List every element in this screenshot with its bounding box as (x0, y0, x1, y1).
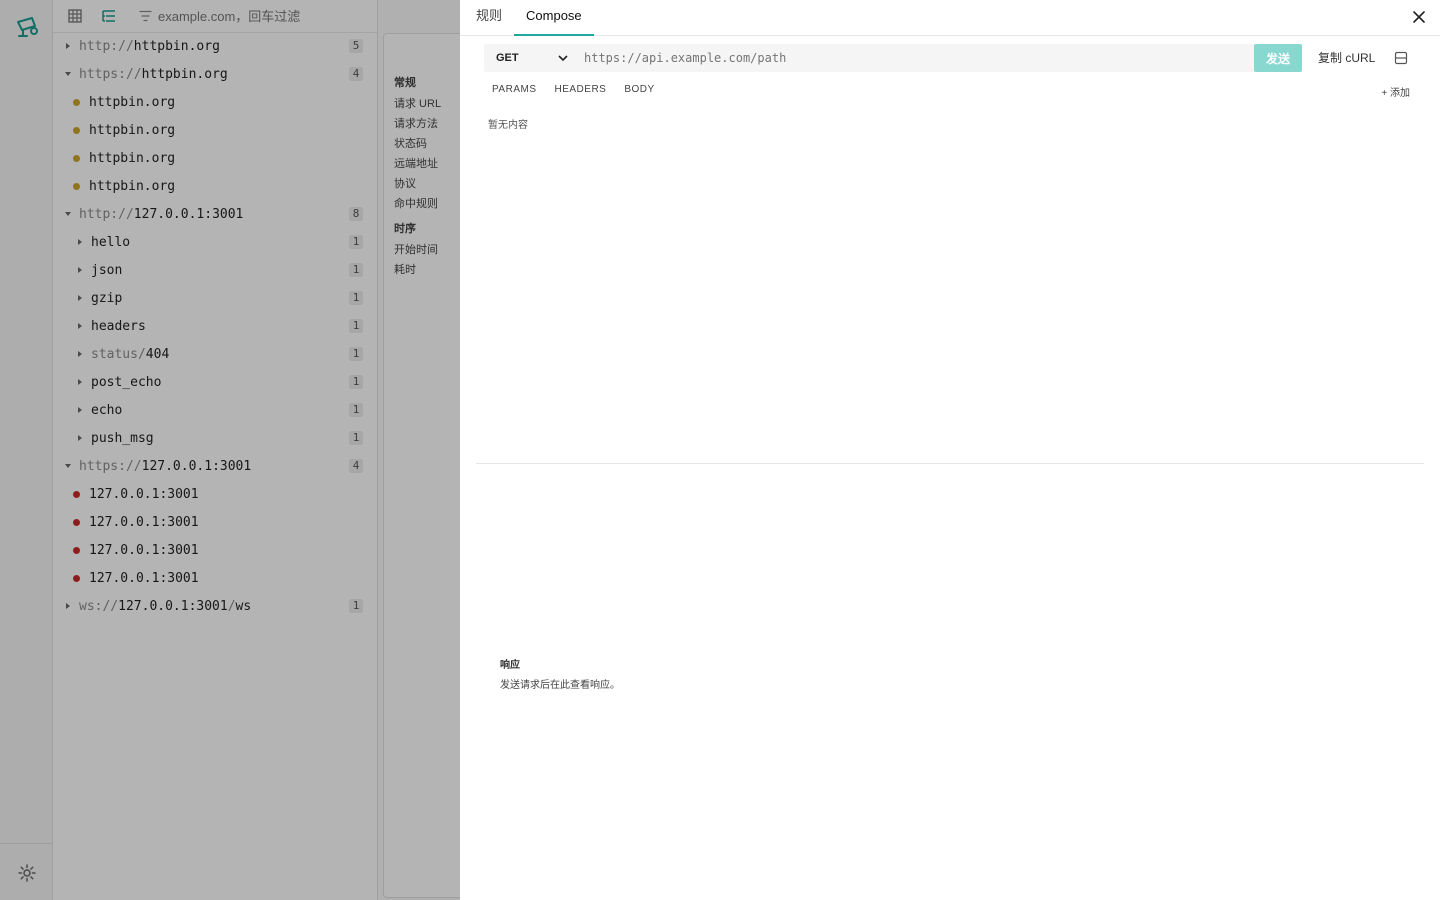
add-param-button[interactable]: + 添加 (1381, 84, 1410, 99)
request-subtabs: PARAMS HEADERS BODY (492, 84, 655, 95)
split-layout-icon[interactable] (1394, 51, 1408, 65)
request-bar: GET (484, 44, 1302, 72)
pane-divider[interactable] (476, 463, 1424, 464)
tab-params[interactable]: PARAMS (492, 84, 537, 95)
close-icon[interactable] (1412, 10, 1426, 24)
response-hint: 发送请求后在此查看响应。 (500, 680, 620, 691)
send-button[interactable]: 发送 (1254, 44, 1302, 72)
tab-headers[interactable]: HEADERS (555, 84, 607, 95)
compose-drawer: 规则 Compose GET 发送 复制 cURL PARAMS HEADERS… (460, 0, 1440, 900)
tab-compose[interactable]: Compose (514, 0, 594, 36)
copy-curl-button[interactable]: 复制 cURL (1318, 44, 1375, 72)
tab-rules[interactable]: 规则 (464, 0, 514, 35)
empty-state-text: 暂无内容 (488, 120, 528, 131)
method-value: GET (496, 52, 519, 64)
modal-overlay[interactable] (0, 0, 460, 900)
chevron-down-icon (558, 55, 568, 62)
url-input[interactable] (576, 44, 1302, 72)
method-select[interactable]: GET (484, 44, 576, 72)
tab-body[interactable]: BODY (624, 84, 654, 95)
drawer-tabs: 规则 Compose (460, 0, 1440, 36)
response-title: 响应 (500, 660, 520, 671)
